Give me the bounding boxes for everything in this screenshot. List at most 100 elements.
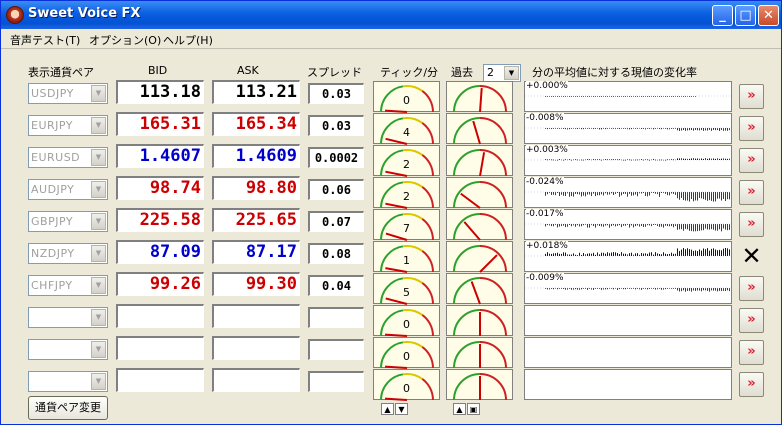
tick-gauge: 0 (373, 337, 440, 369)
sparkline-bar (645, 192, 646, 196)
sparkline-bar (593, 288, 594, 290)
past-minutes-select[interactable]: 2 ▼ (483, 64, 521, 82)
sparkline-bar (661, 288, 662, 290)
sparkline-bar (589, 253, 590, 256)
sparkline-bar (601, 128, 602, 130)
chevron-down-icon[interactable]: ▼ (91, 309, 106, 326)
sparkline-bar (545, 96, 546, 97)
sparkline-bar (553, 253, 554, 256)
chevron-down-icon[interactable]: ▼ (91, 149, 106, 166)
close-button[interactable]: ✕ (758, 5, 779, 26)
sparkline-bar (699, 224, 700, 231)
title-bar[interactable]: Sweet Voice FX _ □ ✕ (1, 1, 781, 29)
sparkline-bar (641, 192, 642, 194)
tick-up-button[interactable]: ▲ (381, 403, 394, 415)
voice-detail-button[interactable]: » (739, 372, 764, 397)
sparkline-bar (701, 288, 702, 292)
chevron-down-icon[interactable]: ▼ (91, 117, 106, 134)
chevron-down-icon[interactable]: ▼ (91, 181, 106, 198)
pair-select[interactable]: ▼ (28, 371, 108, 392)
menu-help[interactable]: ヘルプ(H) (163, 32, 213, 48)
chevron-down-icon[interactable]: ▼ (91, 277, 106, 294)
sparkline-bar (661, 254, 662, 256)
ask-value (212, 336, 300, 360)
pair-select[interactable]: CHFJPY ▼ (28, 275, 108, 296)
voice-detail-button[interactable]: » (739, 276, 764, 301)
pair-select[interactable]: EURJPY ▼ (28, 115, 108, 136)
voice-detail-button[interactable]: » (739, 212, 764, 237)
sparkline-bar (695, 288, 696, 291)
voice-detail-button[interactable]: » (739, 308, 764, 333)
sparkline-bar (545, 253, 546, 256)
pair-select[interactable]: NZDJPY ▼ (28, 243, 108, 264)
sparkline-bar (683, 158, 684, 160)
pair-select[interactable]: AUDJPY ▼ (28, 179, 108, 200)
change-meter-arc (453, 245, 507, 273)
sparkline-bar (665, 192, 666, 194)
header-past: 過去 (451, 66, 473, 79)
sparkline-bar (713, 192, 714, 202)
sparkline-bar (699, 192, 700, 198)
voice-detail-button[interactable]: » (739, 148, 764, 173)
sparkline-bar (671, 192, 672, 194)
sparkline-bar (671, 252, 672, 256)
pair-select[interactable]: EURUSD ▼ (28, 147, 108, 168)
sparkline-bar (687, 288, 688, 291)
voice-detail-button[interactable]: » (739, 180, 764, 205)
chevron-down-icon[interactable]: ▼ (91, 85, 106, 102)
sparkline-bar (723, 224, 724, 229)
sparkline-bar (705, 224, 706, 229)
tick-down-button[interactable]: ▼ (395, 403, 408, 415)
sparkline-bar (691, 288, 692, 292)
sparkline-bar (625, 96, 626, 97)
sparkline-bar (635, 96, 636, 97)
change-pair-button[interactable]: 通貨ペア変更 (28, 396, 108, 420)
sparkline-bar (577, 288, 578, 290)
sparkline-bar (629, 159, 630, 161)
sparkline-bar (615, 224, 616, 227)
change-meter-arc (453, 181, 507, 209)
sparkline-bar (683, 248, 684, 256)
sparkline-bar (705, 249, 706, 256)
sparkline-bar (697, 288, 698, 291)
voice-detail-button[interactable]: » (739, 116, 764, 141)
sparkline-bar (635, 253, 636, 256)
sparkline-bar (701, 224, 702, 231)
sparkline-bar (709, 250, 710, 256)
sparkline-bar (709, 158, 710, 160)
pair-select[interactable]: ▼ (28, 339, 108, 360)
pair-select[interactable]: ▼ (28, 307, 108, 328)
tick-needle (385, 170, 408, 177)
pair-select[interactable]: USDJPY ▼ (28, 83, 108, 104)
sparkline-bar (657, 253, 658, 256)
remove-pair-button[interactable]: ✕ (739, 244, 764, 269)
chevron-down-icon[interactable]: ▼ (91, 213, 106, 230)
menu-voice-test[interactable]: 音声テスト(T) (10, 32, 80, 48)
meter-up-button[interactable]: ▲ (453, 403, 466, 415)
voice-detail-button[interactable]: » (739, 84, 764, 109)
sparkline-bar (551, 224, 552, 227)
sparkline-bar (715, 249, 716, 256)
chevron-down-icon[interactable]: ▼ (504, 66, 519, 80)
sparkline-bar (559, 253, 560, 256)
meter-image-button[interactable]: ▣ (467, 403, 480, 415)
voice-detail-button[interactable]: » (739, 340, 764, 365)
sparkline-bar (659, 128, 660, 130)
menu-options[interactable]: オプション(O) (89, 32, 161, 48)
gauge-yellow-arc (402, 117, 423, 124)
sparkline-bar (713, 248, 714, 256)
sparkline-bar (651, 252, 652, 256)
sparkline-bar (557, 159, 558, 161)
pair-select[interactable]: GBPJPY ▼ (28, 211, 108, 232)
sparkline-bar (599, 224, 600, 227)
maximize-button[interactable]: □ (735, 5, 756, 26)
chevron-down-icon[interactable]: ▼ (91, 373, 106, 390)
sparkline-bar (717, 128, 718, 131)
minimize-button[interactable]: _ (712, 5, 733, 26)
sparkline-bar (603, 224, 604, 227)
sparkline-bar (665, 128, 666, 129)
sparkline-bar (691, 192, 692, 200)
sparkline-bar (675, 224, 676, 227)
chevron-down-icon[interactable]: ▼ (91, 341, 106, 358)
chevron-down-icon[interactable]: ▼ (91, 245, 106, 262)
